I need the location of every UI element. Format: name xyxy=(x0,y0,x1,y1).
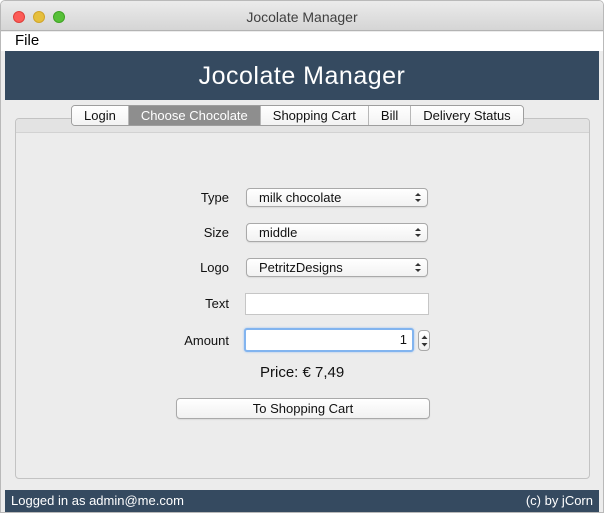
app-window: Jocolate Manager File Jocolate Manager L… xyxy=(0,0,604,513)
size-select[interactable]: middle xyxy=(246,223,428,242)
to-shopping-cart-button[interactable]: To Shopping Cart xyxy=(176,398,430,419)
status-bar: Logged in as admin@me.com (c) by jCorn xyxy=(5,490,599,512)
price-text: Price: € 7,49 xyxy=(260,364,345,381)
logo-select[interactable]: PetritzDesigns xyxy=(246,258,428,277)
tab-choose-chocolate[interactable]: Choose Chocolate xyxy=(128,106,261,125)
window-title: Jocolate Manager xyxy=(246,9,358,25)
logo-select-value: PetritzDesigns xyxy=(259,260,343,275)
size-select-value: middle xyxy=(259,225,298,240)
type-select-value: milk chocolate xyxy=(259,190,342,205)
tab-bar: Login Choose Chocolate Shopping Cart Bil… xyxy=(71,105,524,126)
updown-arrows-icon xyxy=(415,263,421,272)
tab-shopping-cart[interactable]: Shopping Cart xyxy=(260,106,369,125)
stepper-arrows-icon xyxy=(421,335,428,347)
logged-in-status: Logged in as admin@me.com xyxy=(11,493,184,508)
menu-file[interactable]: File xyxy=(15,32,39,49)
amount-stepper[interactable] xyxy=(418,330,430,351)
tab-delivery-status[interactable]: Delivery Status xyxy=(411,106,523,125)
logo-label: Logo xyxy=(200,260,229,275)
amount-label: Amount xyxy=(184,333,229,348)
tab-login[interactable]: Login xyxy=(72,106,129,125)
type-select[interactable]: milk chocolate xyxy=(246,188,428,207)
header-title: Jocolate Manager xyxy=(198,62,406,90)
copyright-text: (c) by jCorn xyxy=(525,493,593,508)
menu-bar: File xyxy=(1,32,603,51)
text-input[interactable] xyxy=(245,293,429,315)
type-label: Type xyxy=(200,190,229,205)
title-bar[interactable]: Jocolate Manager xyxy=(1,1,603,31)
updown-arrows-icon xyxy=(415,228,421,237)
text-label: Text xyxy=(205,296,229,311)
amount-input[interactable]: 1 xyxy=(244,328,414,352)
app-header: Jocolate Manager xyxy=(5,51,599,100)
updown-arrows-icon xyxy=(415,193,421,202)
size-label: Size xyxy=(203,225,229,240)
tab-bill[interactable]: Bill xyxy=(368,106,412,125)
